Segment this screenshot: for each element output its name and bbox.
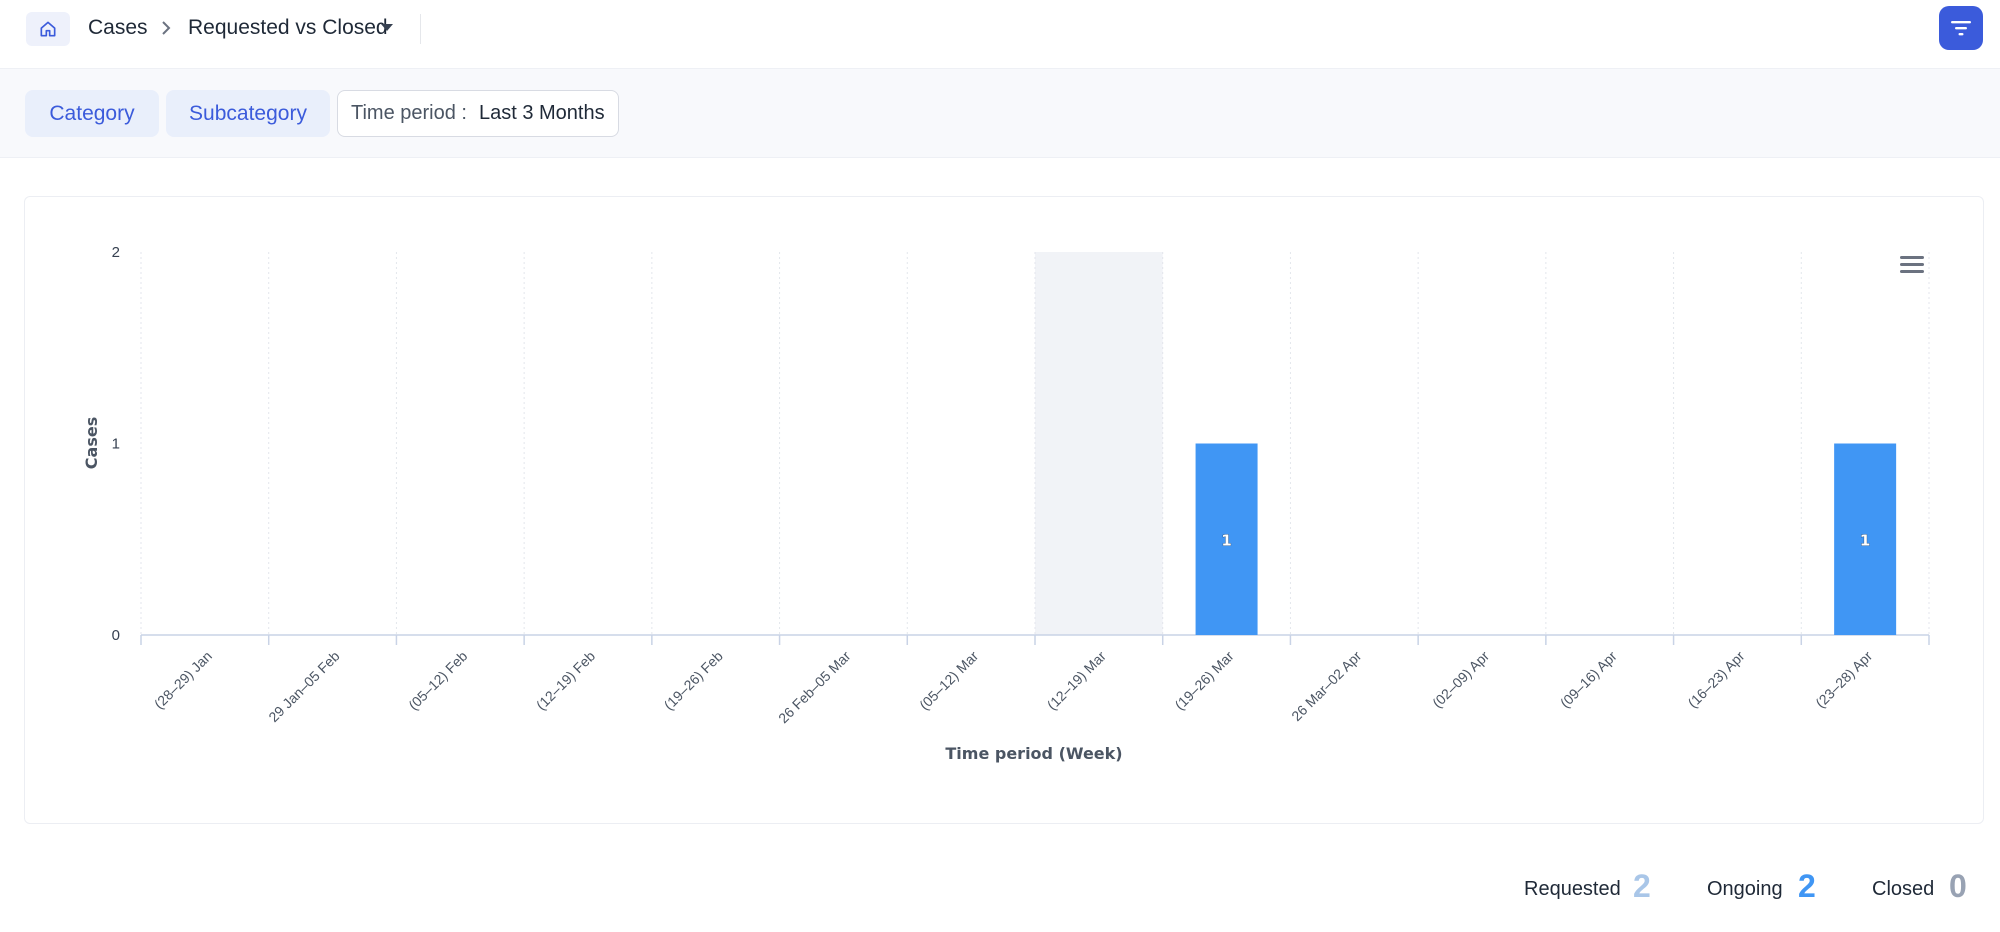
stat-requested-value: 2 [1633, 868, 1651, 904]
x-axis-title: Time period (Week) [945, 744, 1122, 763]
x-tick-label: 29 Jan–05 Feb [265, 648, 343, 726]
bar-data-label: 1 [1221, 531, 1231, 549]
x-tick-label: (19–26) Mar [1171, 648, 1236, 713]
x-tick-label: (05–12) Mar [916, 648, 981, 713]
stat-requested-label: Requested [1524, 878, 1621, 900]
x-tick-label: 26 Mar–02 Apr [1288, 648, 1364, 724]
x-tick-label: (16–23) Apr [1684, 648, 1747, 711]
x-tick-label: (12–19) Feb [533, 648, 598, 713]
stat-ongoing-value: 2 [1798, 868, 1816, 904]
x-tick-label: (23–28) Apr [1812, 648, 1875, 711]
y-tick-label: 1 [112, 436, 120, 453]
stat-closed-value: 0 [1949, 868, 1967, 904]
x-tick-label: (19–26) Feb [661, 648, 726, 713]
x-tick-label: (05–12) Feb [405, 648, 470, 713]
y-axis-title: Cases [82, 417, 101, 469]
y-tick-label: 2 [112, 244, 120, 261]
x-tick-label: (28–29) Jan [151, 648, 215, 712]
chart-menu-icon[interactable] [1900, 256, 1924, 278]
x-tick-label: (02–09) Apr [1429, 648, 1492, 711]
stat-ongoing-label: Ongoing [1707, 878, 1783, 900]
y-tick-label: 0 [112, 627, 120, 644]
x-tick-label: (09–16) Apr [1557, 648, 1620, 711]
bar-data-label: 1 [1860, 531, 1870, 549]
hover-band [1035, 252, 1163, 635]
x-tick-label: (12–19) Mar [1044, 648, 1109, 713]
cases-bar-chart: 0 1 2 1 1 (28–29) Jan 29 Jan–05 Feb (05–12) Feb… [82, 244, 1930, 763]
x-tick-label: 26 Feb–05 Mar [775, 648, 854, 727]
stat-closed-label: Closed [1872, 878, 1935, 900]
